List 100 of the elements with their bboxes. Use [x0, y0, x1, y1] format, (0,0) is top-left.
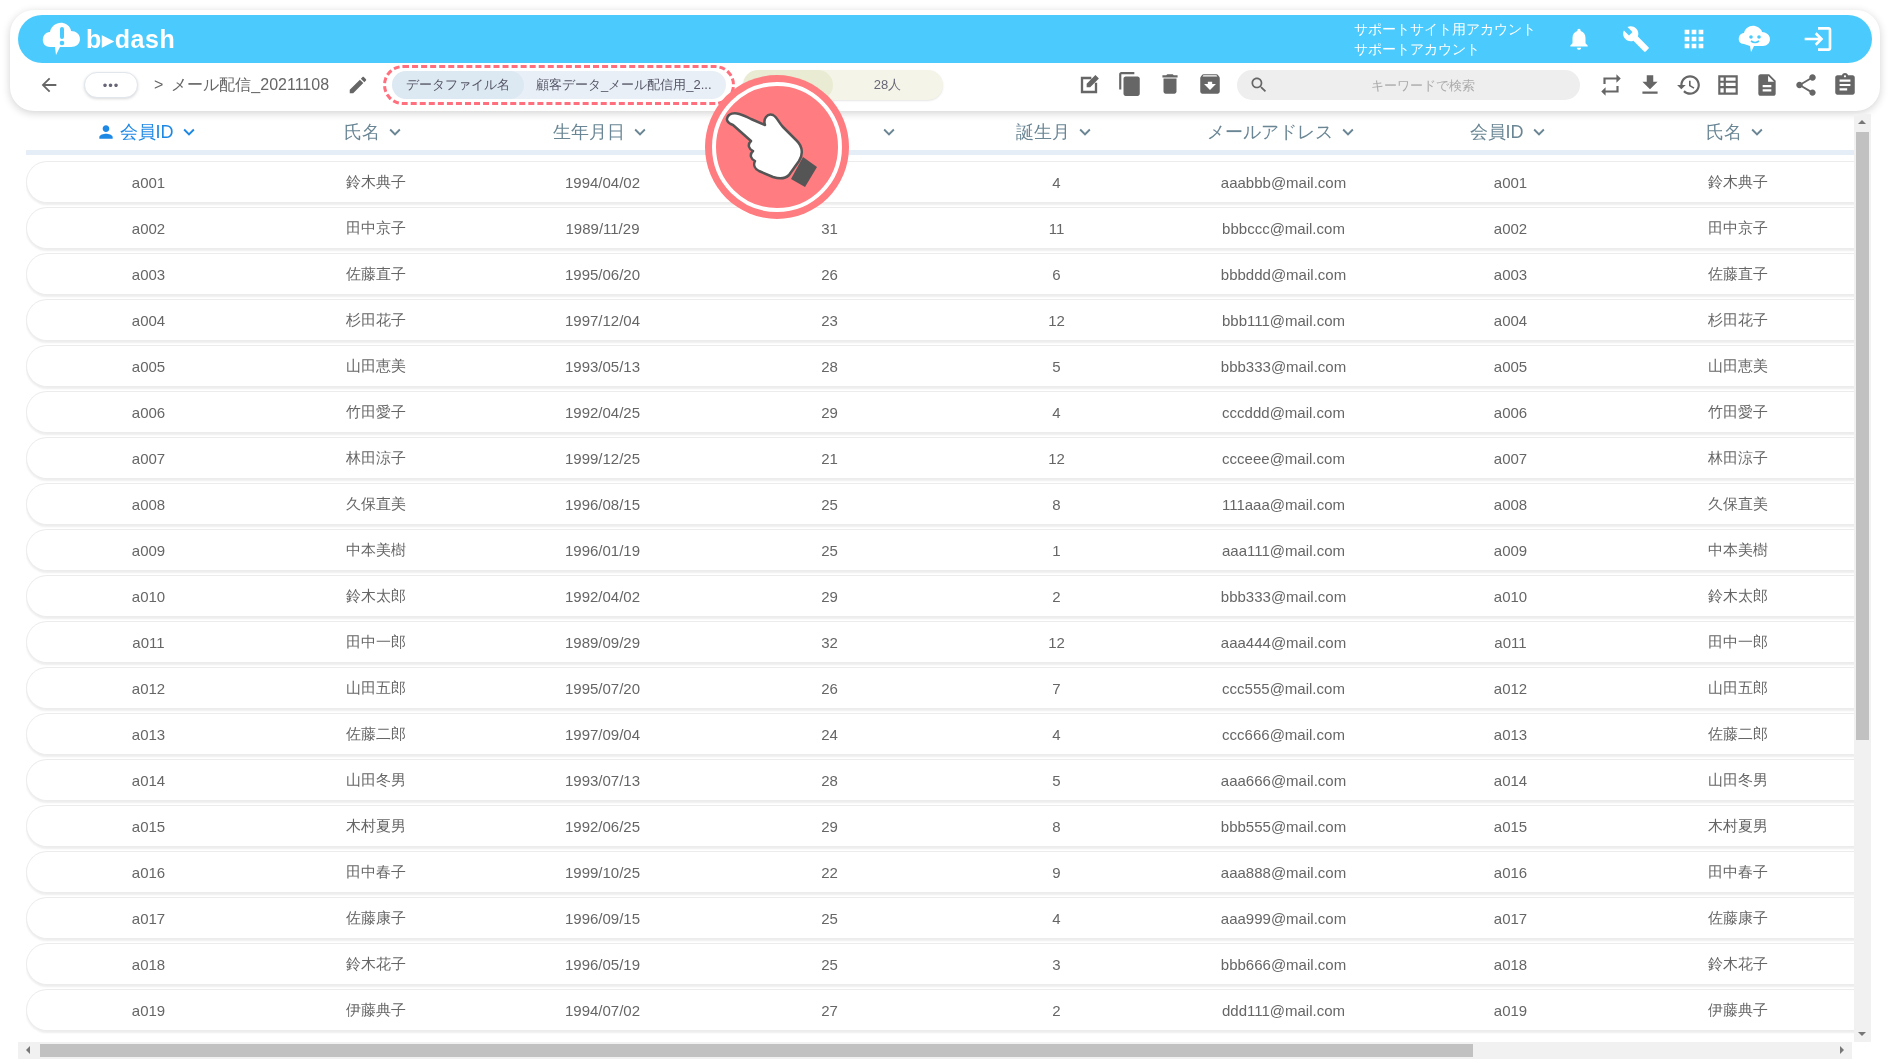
- column-header[interactable]: 生年月日: [552, 120, 651, 144]
- column-header[interactable]: 誕生月: [1015, 120, 1096, 144]
- horizontal-scrollbar[interactable]: [18, 1042, 1852, 1059]
- breadcrumb-separator: >: [154, 76, 164, 94]
- table-cell: 28: [821, 771, 838, 789]
- table-cell: ccc555@mail.com: [1222, 679, 1345, 697]
- table-cell: a002: [1493, 219, 1528, 237]
- table-row[interactable]: a014 山田冬男 1993/07/13 28 5 aaa666@mail.com a014 山田冬男: [26, 759, 1854, 801]
- table-cell: 鈴木太郎: [345, 586, 406, 606]
- column-header[interactable]: メールアドレス: [1206, 120, 1359, 144]
- table-row[interactable]: a007 林田涼子 1999/12/25 21 12 ccceee@mail.com a007 林田涼子: [26, 437, 1854, 479]
- table-cell: a010: [131, 587, 166, 605]
- table-cell: 9: [1052, 863, 1061, 881]
- repeat-icon[interactable]: [1598, 72, 1624, 98]
- more-button[interactable]: •••: [84, 72, 138, 98]
- copy-icon[interactable]: [1117, 71, 1143, 97]
- table-cell: bbbccc@mail.com: [1222, 219, 1345, 237]
- table-cell: a011: [132, 633, 165, 651]
- table-cell: 1996/05/19: [564, 955, 641, 973]
- clipboard-icon[interactable]: [1832, 72, 1858, 98]
- table-row[interactable]: a017 佐藤康子 1996/09/15 25 4 aaa999@mail.com a017 佐藤康子: [26, 897, 1854, 939]
- table-cell: 21: [821, 449, 838, 467]
- table-cell: bbb666@mail.com: [1220, 955, 1347, 973]
- table-cell: 木村夏男: [1707, 816, 1768, 836]
- table-cell: 1996/08/15: [564, 495, 641, 513]
- table-cell: 久保直美: [345, 494, 406, 514]
- table-cell: 1994/07/02: [564, 1001, 641, 1019]
- table-cell: a003: [131, 265, 166, 283]
- table-cell: cccddd@mail.com: [1222, 403, 1345, 421]
- share-icon[interactable]: [1793, 72, 1819, 98]
- table-cell: 久保直美: [1707, 494, 1768, 514]
- column-header[interactable]: 会員ID: [95, 120, 200, 144]
- table-cell: 4: [1052, 909, 1061, 927]
- table-row[interactable]: a004 杉田花子 1997/12/04 23 12 bbb111@mail.com a004 杉田花子: [26, 299, 1854, 341]
- table-row[interactable]: a015 木村夏男 1992/06/25 29 8 bbb555@mail.com a015 木村夏男: [26, 805, 1854, 847]
- table-cell: a007: [131, 449, 166, 467]
- table-row[interactable]: a002 田中京子 1989/11/29 31 11 bbbccc@mail.com a002 田中京子: [26, 207, 1854, 249]
- table-cell: 29: [821, 587, 838, 605]
- table-cell: a011: [1494, 633, 1527, 651]
- table-cell: ddd111@mail.com: [1221, 1001, 1346, 1019]
- table-row[interactable]: a010 鈴木太郎 1992/04/02 29 2 bbb333@mail.com a010 鈴木太郎: [26, 575, 1854, 617]
- table-cell: 22: [821, 863, 838, 881]
- table-cell: a013: [1493, 725, 1528, 743]
- table-cell: 25: [821, 909, 838, 927]
- table-row[interactable]: a009 中本美樹 1996/01/19 25 1 aaa111@mail.com a009 中本美樹: [26, 529, 1854, 571]
- search-icon: [1249, 75, 1269, 95]
- table-cell: 伊藤典子: [345, 1000, 406, 1020]
- table-cell: a016: [131, 863, 166, 881]
- table-cell: 山田恵美: [1707, 356, 1768, 376]
- table-cell: 林田涼子: [1707, 448, 1768, 468]
- table-cell: a009: [1493, 541, 1528, 559]
- table-cell: 田中春子: [1707, 862, 1768, 882]
- table-cell: 1993/05/13: [564, 357, 641, 375]
- table-cell: 杉田花子: [1707, 310, 1768, 330]
- table-cell: 佐藤康子: [345, 908, 406, 928]
- table-row[interactable]: a001 鈴木典子 1994/04/02 4 aaabbb@mail.com a001 鈴木典子: [26, 161, 1854, 203]
- table-row[interactable]: a006 竹田愛子 1992/04/25 29 4 cccddd@mail.com a006 竹田愛子: [26, 391, 1854, 433]
- table-cell: 1992/04/25: [564, 403, 641, 421]
- table-cell: aaa888@mail.com: [1220, 863, 1347, 881]
- table-cell: a008: [1493, 495, 1528, 513]
- table-cell: a002: [131, 219, 166, 237]
- table-cell: bbb333@mail.com: [1220, 587, 1347, 605]
- table-cell: 田中春子: [345, 862, 406, 882]
- table-cell: 中本美樹: [1707, 540, 1768, 560]
- table-cell: 29: [821, 817, 838, 835]
- archive-icon[interactable]: [1197, 71, 1223, 97]
- logo-icon: [42, 21, 82, 57]
- table-row[interactable]: a018 鈴木花子 1996/05/19 25 3 bbb666@mail.com a018 鈴木花子: [26, 943, 1854, 985]
- table-list-icon[interactable]: [1715, 72, 1741, 98]
- table-row[interactable]: a013 佐藤二郎 1997/09/04 24 4 ccc666@mail.com a013 佐藤二郎: [26, 713, 1854, 755]
- table-row[interactable]: a016 田中春子 1999/10/25 22 9 aaa888@mail.com a016 田中春子: [26, 851, 1854, 893]
- table-cell: 32: [821, 633, 838, 651]
- table-cell: a014: [131, 771, 166, 789]
- history-icon[interactable]: [1676, 72, 1702, 98]
- table-cell: a014: [1493, 771, 1528, 789]
- table-cell: 27: [821, 1001, 838, 1019]
- table-cell: 1999/10/25: [564, 863, 641, 881]
- column-header[interactable]: 氏名: [343, 120, 406, 144]
- table-cell: 山田冬男: [345, 770, 406, 790]
- table-cell: a005: [131, 357, 166, 375]
- table-cell: 4: [1052, 173, 1061, 191]
- column-header[interactable]: 会員ID: [1469, 120, 1550, 144]
- table-cell: bbb333@mail.com: [1220, 357, 1347, 375]
- table-cell: a018: [1493, 955, 1528, 973]
- table-cell: 田中一郎: [345, 632, 406, 652]
- table-row[interactable]: a012 山田五郎 1995/07/20 26 7 ccc555@mail.com a012 山田五郎: [26, 667, 1854, 709]
- table-row[interactable]: a003 佐藤直子 1995/06/20 26 6 bbbddd@mail.com a003 佐藤直子: [26, 253, 1854, 295]
- table-cell: 1996/01/19: [564, 541, 641, 559]
- vertical-scrollbar[interactable]: [1854, 114, 1871, 1042]
- table-cell: 26: [821, 679, 838, 697]
- table-cell: aaa444@mail.com: [1220, 633, 1347, 651]
- table-row[interactable]: a019 伊藤典子 1994/07/02 27 2 ddd111@mail.com a019 伊藤典子: [26, 989, 1854, 1031]
- table-cell: aaabbb@mail.com: [1220, 173, 1347, 191]
- table-row[interactable]: a005 山田恵美 1993/05/13 28 5 bbb333@mail.com a005 山田恵美: [26, 345, 1854, 387]
- table-cell: 6: [1052, 265, 1061, 283]
- column-header[interactable]: 氏名: [1705, 120, 1768, 144]
- table-row[interactable]: a011 田中一郎 1989/09/29 32 12 aaa444@mail.com a011 田中一郎: [26, 621, 1854, 663]
- table-cell: 佐藤二郎: [345, 724, 406, 744]
- table-cell: 山田恵美: [345, 356, 406, 376]
- table-row[interactable]: a008 久保直美 1996/08/15 25 8 111aaa@mail.com a008 久保直美: [26, 483, 1854, 525]
